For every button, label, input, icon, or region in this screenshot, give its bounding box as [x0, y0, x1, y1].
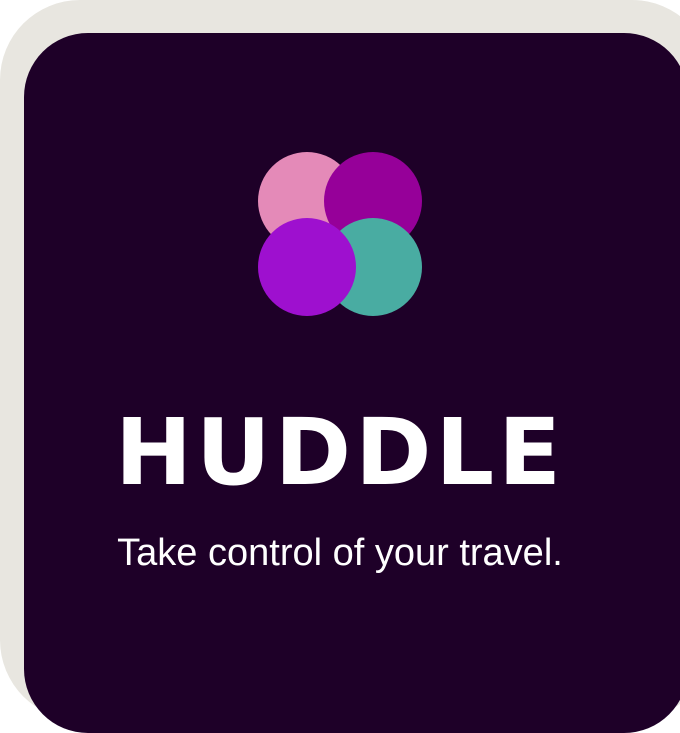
- splash-screen: HUDDLE Take control of your travel.: [24, 33, 680, 733]
- four-circles-logo-icon: [257, 151, 423, 317]
- logo-circle-bottom-left: [258, 218, 356, 316]
- logo-graphic: [258, 152, 422, 316]
- device-frame: HUDDLE Take control of your travel.: [0, 0, 680, 733]
- app-tagline: Take control of your travel.: [117, 532, 563, 574]
- app-title: HUDDLE: [115, 399, 565, 506]
